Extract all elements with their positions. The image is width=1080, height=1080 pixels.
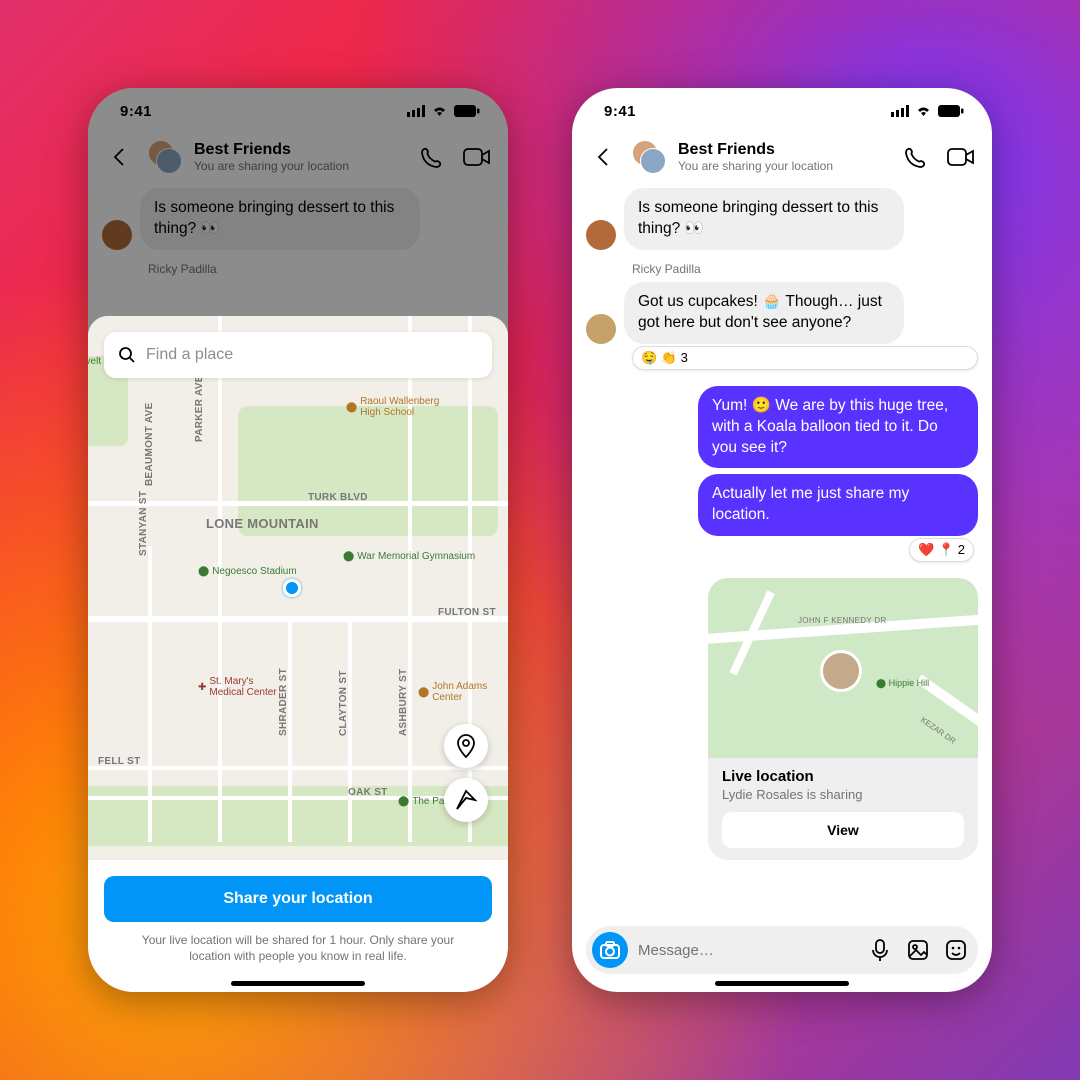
map-poi: ⬤ John Adams Center <box>418 681 488 703</box>
message-bubble[interactable]: Got us cupcakes! 🧁 Though… just got here… <box>624 282 904 344</box>
map-poi: ⬤ Raoul Wallenberg High School <box>346 396 456 418</box>
map-area-label: LONE MOUNTAIN <box>206 516 319 531</box>
reaction-pill[interactable]: 🤤 👏 3 <box>632 346 978 370</box>
current-location-dot <box>283 579 301 597</box>
message-bubble-me[interactable]: Yum! 🙂 We are by this huge tree, with a … <box>698 386 978 469</box>
location-title: Live location <box>722 768 964 785</box>
voice-call-button[interactable] <box>898 140 932 174</box>
video-call-button[interactable] <box>944 140 978 174</box>
pin-icon <box>455 733 477 759</box>
gallery-button[interactable] <box>904 936 932 964</box>
sender-name: Ricky Padilla <box>632 262 978 276</box>
view-location-button[interactable]: View <box>722 812 964 848</box>
search-icon <box>118 346 136 364</box>
location-subtitle: Lydie Rosales is sharing <box>722 787 964 802</box>
wifi-icon <box>915 105 932 117</box>
battery-icon <box>938 105 964 117</box>
camera-icon <box>600 941 620 959</box>
avatar[interactable] <box>586 314 616 344</box>
message-composer[interactable]: Message… <box>586 926 978 974</box>
group-avatar[interactable] <box>632 140 666 174</box>
status-bar: 9:41 <box>572 88 992 134</box>
map-search-input[interactable]: Find a place <box>104 332 492 378</box>
map-street-label: PARKER AVE <box>194 375 205 442</box>
map-street-label: FULTON ST <box>438 607 496 618</box>
map-street-label: OAK ST <box>348 787 388 798</box>
compass-icon <box>455 789 477 811</box>
map-poi-label: ⬤ Hippie Hill <box>876 678 929 689</box>
message-bubble-me[interactable]: Actually let me just share my location. <box>698 474 978 536</box>
map-street-label: TURK BLVD <box>308 492 368 503</box>
location-map-thumb: JOHN F KENNEDY DR KEZAR DR ⬤ Hippie Hill <box>708 578 978 758</box>
composer-placeholder: Message… <box>638 942 856 959</box>
map-poi: ⬤ Negoesco Stadium <box>198 566 297 577</box>
camera-button[interactable] <box>592 932 628 968</box>
phone-left: 9:41 Best Friends You are sharing your l… <box>88 88 508 992</box>
share-location-button[interactable]: Share your location <box>104 876 492 922</box>
shared-user-avatar <box>820 650 862 692</box>
map-street-label: SHRADER ST <box>278 668 289 736</box>
chat-subtitle: You are sharing your location <box>678 159 886 173</box>
map-road-label: KEZAR DR <box>919 716 957 747</box>
location-sheet: LONE MOUNTAIN TURK BLVD FULTON ST FELL S… <box>88 316 508 992</box>
map-poi: ✚ St. Mary's Medical Center <box>198 676 278 698</box>
reaction-pill[interactable]: ❤️ 📍 2 <box>909 538 974 562</box>
share-note: Your live location will be shared for 1 … <box>104 932 492 964</box>
chat-title: Best Friends <box>678 141 886 159</box>
map-street-label: CLAYTON ST <box>338 670 349 736</box>
chat-header: Best Friends You are sharing your locati… <box>572 134 992 182</box>
mic-button[interactable] <box>866 936 894 964</box>
map-street-label: ASHBURY ST <box>398 669 409 736</box>
status-icons <box>891 105 964 117</box>
sheet-footer: Share your location Your live location w… <box>88 860 508 992</box>
search-placeholder: Find a place <box>146 346 233 364</box>
phone-right: 9:41 Best Friends You are sharing your l… <box>572 88 992 992</box>
drop-pin-button[interactable] <box>444 724 488 768</box>
map-street-label: STANYAN ST <box>138 491 149 556</box>
avatar[interactable] <box>586 220 616 250</box>
status-time: 9:41 <box>604 103 636 120</box>
recenter-button[interactable] <box>444 778 488 822</box>
home-indicator <box>231 981 365 986</box>
back-button[interactable] <box>586 140 620 174</box>
live-location-card[interactable]: JOHN F KENNEDY DR KEZAR DR ⬤ Hippie Hill… <box>708 578 978 860</box>
chat-body-right: Is someone bringing dessert to this thin… <box>572 182 992 870</box>
sticker-button[interactable] <box>942 936 970 964</box>
map-street-label: BEAUMONT AVE <box>144 402 155 486</box>
cellular-icon <box>891 105 909 117</box>
message-bubble[interactable]: Is someone bringing dessert to this thin… <box>624 188 904 250</box>
map-road-label: JOHN F KENNEDY DR <box>798 616 887 625</box>
map-poi: ⬤ War Memorial Gymnasium <box>343 551 475 562</box>
map-street-label: FELL ST <box>98 756 140 767</box>
home-indicator <box>715 981 849 986</box>
